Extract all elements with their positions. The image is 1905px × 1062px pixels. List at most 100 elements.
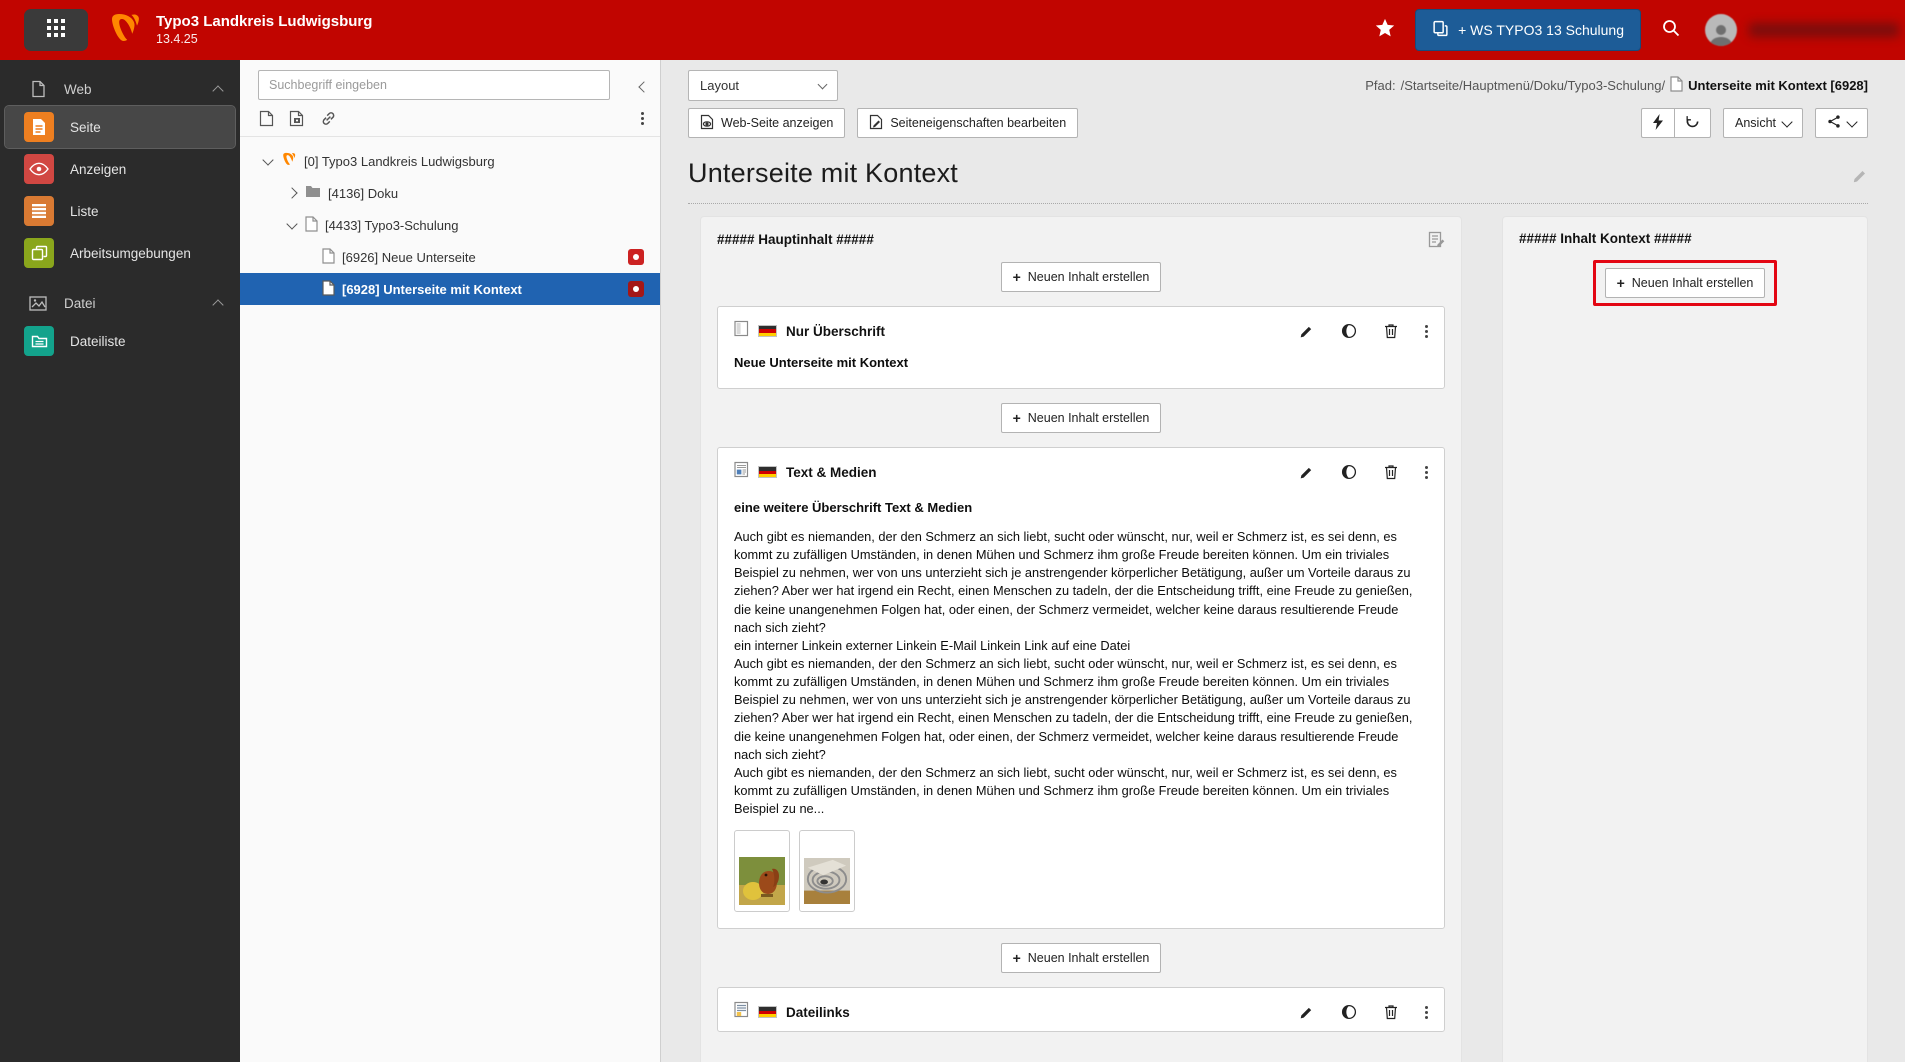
chevron-right-icon[interactable] [286,187,298,199]
new-content-button-top[interactable]: + Neuen Inhalt erstellen [1000,262,1162,292]
edit-title-pencil-icon[interactable] [1852,168,1868,189]
new-page-button[interactable] [259,110,274,127]
tree-node-doku[interactable]: [4136] Doku [240,177,660,209]
folder-icon [305,185,321,201]
list-module-icon [24,196,54,226]
trash-icon[interactable] [1384,323,1398,339]
refresh-button[interactable] [1674,108,1711,138]
column-inhalt-kontext: ##### Inhalt Kontext ##### + Neuen Inhal… [1502,216,1868,1062]
typo3-version: 13.4.25 [156,31,198,46]
chevron-down-icon [1781,115,1793,128]
page-icon [1670,76,1683,95]
tree-node-label: [4433] Typo3-Schulung [325,217,459,233]
visibility-toggle-icon[interactable] [1341,1004,1357,1020]
german-flag-icon [758,325,777,337]
edit-pencil-icon[interactable] [1299,324,1314,339]
plus-icon: + [1616,275,1625,291]
path-prefix: Pfad: [1365,78,1396,93]
search-button[interactable] [1651,10,1691,50]
module-group-datei[interactable]: Datei [28,290,224,316]
trash-icon[interactable] [1384,1004,1398,1020]
tree-node-unterseite-mit-kontext[interactable]: [6928] Unterseite mit Kontext [240,273,660,305]
more-options-kebab-icon[interactable] [1425,329,1428,333]
visibility-toggle-icon[interactable] [1341,464,1357,480]
content-element-header[interactable]: Nur Überschrift Neue Unterseite mit Kont… [717,306,1445,390]
textmedia-paragraph-3: Auch gibt es niemanden, der den Schmerz … [734,764,1397,817]
edit-page-properties-label: Seiteneigenschaften bearbeiten [890,116,1067,130]
module-group-web-label: Web [64,81,92,97]
plus-icon: + [1012,269,1021,285]
share-menu-button[interactable] [1815,108,1868,138]
textmedia-content-type-icon [734,461,749,483]
trash-icon[interactable] [1384,464,1398,480]
tree-node-root[interactable]: [0] Typo3 Landkreis Ludwigsburg [240,145,660,177]
clear-cache-button[interactable] [1641,108,1674,138]
module-menu-toggle-button[interactable] [24,9,88,51]
hidden-badge [628,281,644,297]
module-item-arbeitsumgebungen[interactable]: Arbeitsumgebungen [0,232,240,274]
copy-docs-icon [1432,20,1449,40]
tree-node-typo3-schulung[interactable]: [4433] Typo3-Schulung [240,209,660,241]
tree-node-neue-unterseite[interactable]: [6926] Neue Unterseite [240,241,660,273]
chevron-down-icon [817,79,828,89]
header-content-type-icon [734,320,749,342]
plus-icon: + [1012,410,1021,427]
content-element-title: Nur Überschrift [786,323,886,339]
grid-icon [46,18,66,43]
user-name-redacted[interactable] [1749,23,1899,37]
edit-pencil-icon[interactable] [1299,465,1314,480]
german-flag-icon [758,1006,777,1019]
edit-page-properties-button[interactable]: Seiteneigenschaften bearbeiten [857,108,1079,138]
current-page-ref: Unterseite mit Kontext [6928] [1688,78,1868,93]
new-content-button-context[interactable]: + Neuen Inhalt erstellen [1604,268,1766,298]
workspaces-module-icon [24,238,54,268]
edit-column-records-icon[interactable] [1428,231,1445,248]
main-content-area: Layout Pfad: /Startseite/Hauptmenü/Doku/… [661,60,1905,1062]
more-options-kebab-icon[interactable] [1425,470,1428,474]
module-item-anzeigen-label: Anzeigen [70,161,127,177]
module-item-seite[interactable]: Seite [4,105,236,149]
new-content-button-middle[interactable]: + Neuen Inhalt erstellen [1000,403,1162,434]
module-item-liste[interactable]: Liste [0,190,240,232]
user-avatar[interactable] [1705,14,1737,46]
lightning-icon [1652,113,1664,133]
new-content-button-bottom[interactable]: + Neuen Inhalt erstellen [1000,943,1162,974]
view-page-icon [700,114,714,133]
content-element-filelinks[interactable]: Dateilinks [717,987,1445,1033]
tree-more-options-button[interactable] [641,117,644,120]
site-title: Typo3 Landkreis Ludwigsburg [156,12,373,30]
module-group-web[interactable]: Web [28,76,224,102]
favorites-button[interactable] [1365,10,1405,50]
new-page-drag-button[interactable] [289,110,305,127]
content-element-title: Text & Medien [786,464,877,480]
module-item-dateiliste[interactable]: Dateiliste [0,320,240,362]
module-body: Unterseite mit Kontext ##### Hauptinhalt… [661,138,1905,1062]
chevron-down-icon[interactable] [262,153,274,166]
chevron-down-icon[interactable] [286,217,298,230]
view-menu-label: Ansicht [1735,116,1776,130]
layout-select-value: Layout [700,78,740,93]
tree-search-row [240,60,660,100]
content-element-textmedia[interactable]: Text & Medien eine weitere Überschrift T… [717,447,1445,930]
workspace-button[interactable]: + WS TYPO3 13 Schulung [1415,9,1641,51]
german-flag-icon [758,466,777,479]
more-options-kebab-icon[interactable] [1425,1010,1428,1014]
tree-search-input[interactable] [258,70,610,100]
collapse-tree-button[interactable] [638,78,650,96]
view-menu-button[interactable]: Ansicht [1723,108,1803,138]
edit-page-icon [869,114,883,133]
view-webpage-label: Web-Seite anzeigen [721,116,834,130]
view-webpage-button[interactable]: Web-Seite anzeigen [688,108,846,138]
module-item-anzeigen[interactable]: Anzeigen [0,148,240,190]
link-icon[interactable] [320,110,337,127]
edit-pencil-icon[interactable] [1299,1005,1314,1020]
filelinks-content-type-icon [734,1001,749,1023]
site-identity: Typo3 Landkreis Ludwigsburg 13.4.25 [156,13,372,47]
tree-node-label: [0] Typo3 Landkreis Ludwigsburg [304,153,495,169]
media-thumbnail-squirrel [734,830,790,913]
new-content-label: Neuen Inhalt erstellen [1631,276,1754,290]
layout-select[interactable]: Layout [688,70,838,101]
visibility-toggle-icon[interactable] [1341,323,1357,339]
web-group-icon [28,80,48,98]
new-content-label: Neuen Inhalt erstellen [1027,270,1150,284]
